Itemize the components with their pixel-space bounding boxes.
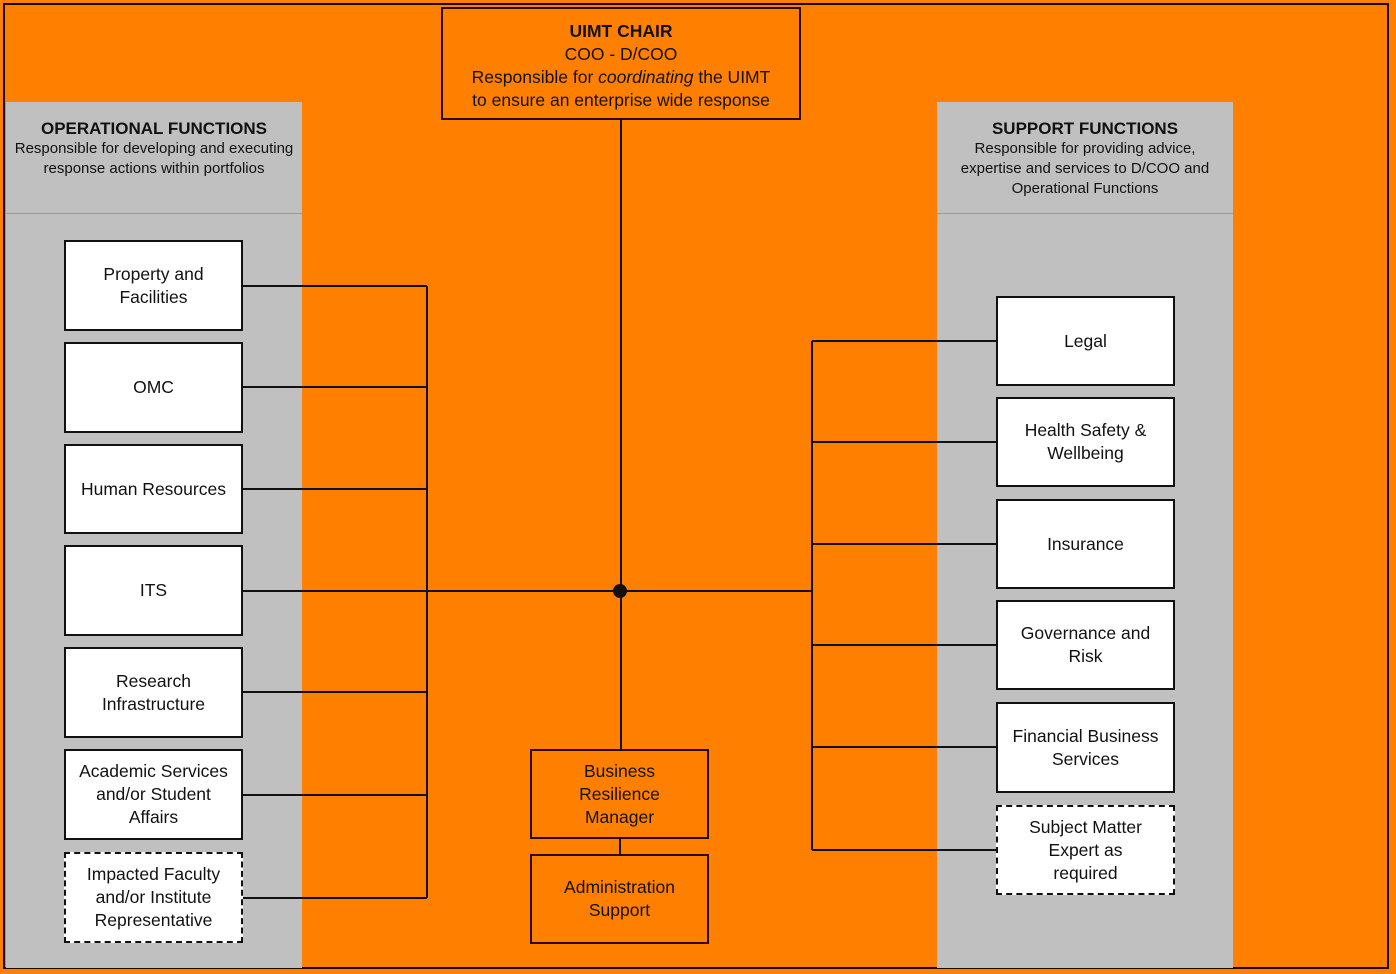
- op-box-omc: OMC: [64, 342, 243, 433]
- op-box-academic-services: Academic Services and/or Student Affairs: [64, 749, 243, 840]
- uimt-chair-box: UIMT CHAIR COO - D/COO Responsible for c…: [441, 7, 801, 120]
- sup-box-label: Insurance: [1047, 533, 1124, 554]
- sup-box-financial-business: Financial Business Services: [996, 702, 1175, 793]
- chair-desc-emphasis: coordinating: [598, 67, 694, 87]
- center-box-administration-support: Administration Support: [530, 854, 709, 944]
- chair-subtitle: COO - D/COO: [564, 44, 678, 64]
- hub-node: [613, 584, 627, 598]
- sup-box-governance-risk: Governance and Risk: [996, 600, 1175, 690]
- chair-title: UIMT CHAIR: [569, 21, 673, 41]
- op-box-label: Human Resources: [81, 478, 226, 499]
- sup-box-subject-matter-expert: Subject Matter Expert as required: [996, 805, 1175, 895]
- chair-description-line1: Responsible for coordinating the UIMT: [443, 66, 799, 89]
- op-box-label: Academic Services and/or Student Affairs: [79, 761, 228, 827]
- op-box-its: ITS: [64, 545, 243, 636]
- center-box-label: Business Resilience Manager: [579, 760, 660, 827]
- chair-description-line2: to ensure an enterprise wide response: [472, 90, 770, 110]
- sup-box-label: Governance and Risk: [1020, 623, 1151, 666]
- sup-box-label: Subject Matter Expert as required: [1029, 816, 1142, 883]
- op-box-impacted-faculty: Impacted Faculty and/or Institute Repres…: [64, 852, 243, 943]
- op-box-label: Property and Facilities: [103, 263, 204, 307]
- sup-box-health-safety: Health Safety & Wellbeing: [996, 397, 1175, 487]
- sup-box-insurance: Insurance: [996, 499, 1175, 589]
- sup-box-legal: Legal: [996, 296, 1175, 386]
- op-box-research-infrastructure: Research Infrastructure: [64, 647, 243, 738]
- chair-desc-pre: Responsible for: [471, 67, 599, 87]
- sup-box-label: Legal: [1064, 330, 1107, 351]
- sup-box-label: Health Safety & Wellbeing: [1024, 420, 1147, 463]
- op-box-label: ITS: [139, 580, 168, 600]
- op-box-human-resources: Human Resources: [64, 444, 243, 534]
- op-box-label: Impacted Faculty and/or Institute Repres…: [86, 864, 221, 930]
- op-box-label: OMC: [133, 377, 174, 397]
- op-box-label: Research Infrastructure: [101, 670, 206, 714]
- chair-desc-post: the UIMT: [693, 67, 771, 87]
- center-box-business-resilience-manager: Business Resilience Manager: [530, 749, 709, 839]
- center-box-label: Administration Support: [564, 877, 675, 920]
- sup-box-label: Financial Business Services: [1012, 725, 1159, 769]
- op-box-property-facilities: Property and Facilities: [64, 240, 243, 331]
